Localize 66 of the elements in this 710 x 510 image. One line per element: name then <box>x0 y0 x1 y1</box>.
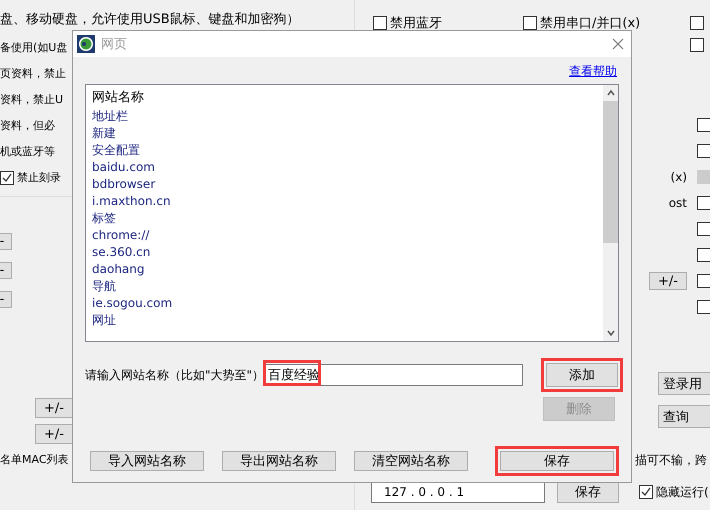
scroll-down-icon[interactable] <box>606 328 616 338</box>
input-field[interactable]: 百度经验 <box>263 364 523 386</box>
list-item[interactable]: bdbrowser <box>92 176 597 193</box>
checkbox[interactable] <box>697 274 710 288</box>
option-text: 资料，禁止U <box>0 92 64 107</box>
checkbox[interactable] <box>697 144 710 158</box>
checkbox[interactable] <box>639 485 653 499</box>
window-title: 网页 <box>101 36 128 53</box>
add-button[interactable]: 添加 <box>546 363 618 387</box>
input-label: 请输入网站名称（比如"大势至"） <box>85 366 263 384</box>
scrollbar[interactable] <box>603 85 618 341</box>
action-button[interactable]: 查询 <box>658 405 710 428</box>
checkbox[interactable] <box>697 222 710 236</box>
checkbox-label: 隐藏运行( <box>656 484 709 500</box>
checkbox[interactable] <box>690 38 704 52</box>
list-item[interactable]: chrome:// <box>92 227 597 244</box>
option-text: 描可不输，跨 <box>635 453 707 467</box>
checkbox-label: 禁用蓝牙 <box>390 15 442 32</box>
list-item[interactable]: baidu.com <box>92 159 597 176</box>
checkbox[interactable] <box>523 16 537 30</box>
list-item[interactable]: daohang <box>92 261 597 278</box>
remove-button[interactable]: - <box>0 262 12 279</box>
option-text: 盘、移动硬盘，允许使用USB鼠标、键盘和加密狗） <box>0 11 301 29</box>
list-item[interactable]: 安全配置 <box>92 142 597 159</box>
remove-button[interactable]: - <box>0 233 12 250</box>
remove-button[interactable]: - <box>0 291 12 308</box>
site-list[interactable]: 网站名称 地址栏 新建 安全配置 baidu.com bdbrowser i.maxthon.cn 标签 chrome:// se.360.cn daohang 导航 ie.sogou.com 网址 <box>85 84 619 342</box>
toggle-button[interactable]: +/- <box>649 272 687 290</box>
checkbox[interactable] <box>697 300 710 314</box>
close-icon[interactable] <box>611 37 625 51</box>
ip-field[interactable]: 127 . 0 . 0 . 1 <box>371 481 545 503</box>
checkbox[interactable] <box>697 196 710 210</box>
toggle-button[interactable]: +/- <box>35 424 73 444</box>
list-item[interactable]: i.maxthon.cn <box>92 193 597 210</box>
action-button[interactable]: 登录用 <box>658 372 710 395</box>
toggle-button[interactable]: +/- <box>35 398 73 418</box>
option-text: 资料，但必 <box>0 118 55 133</box>
checkbox[interactable] <box>373 16 387 30</box>
checkbox-label: 禁止刻录 <box>17 170 61 185</box>
option-text: (x) <box>670 170 687 184</box>
action-button[interactable]: 导出网站名称 <box>222 451 336 471</box>
list-item[interactable]: 导航 <box>92 278 597 295</box>
list-item[interactable]: 网址 <box>92 312 597 329</box>
checkbox[interactable] <box>690 16 704 30</box>
option-text: 机或蓝牙等 <box>0 144 55 159</box>
action-button[interactable]: 导入网站名称 <box>90 451 204 471</box>
save-button[interactable]: 保存 <box>557 481 619 503</box>
option-text: ost <box>668 196 687 210</box>
highlight-frame <box>263 360 321 386</box>
action-button[interactable]: 清空网站名称 <box>354 451 468 471</box>
list-item[interactable]: 地址栏 <box>92 108 597 125</box>
option-text: 页资料，禁止 <box>0 66 66 81</box>
checkbox[interactable] <box>0 170 14 184</box>
save-button[interactable]: 保存 <box>500 451 614 471</box>
help-link[interactable]: 查看帮助 <box>569 63 617 80</box>
option-text: 备使用(如U盘 <box>0 40 68 55</box>
list-item[interactable]: 标签 <box>92 210 597 227</box>
list-item[interactable]: se.360.cn <box>92 244 597 261</box>
checkbox-label: 禁用串口/并口(x) <box>540 15 640 32</box>
scroll-up-icon[interactable] <box>606 88 616 98</box>
app-icon <box>77 35 95 53</box>
list-item[interactable]: ie.sogou.com <box>92 295 597 312</box>
checkbox[interactable] <box>697 118 710 132</box>
list-item[interactable]: 新建 <box>92 125 597 142</box>
list-label: 名单MAC列表 <box>0 452 69 467</box>
checkbox[interactable] <box>697 248 710 262</box>
